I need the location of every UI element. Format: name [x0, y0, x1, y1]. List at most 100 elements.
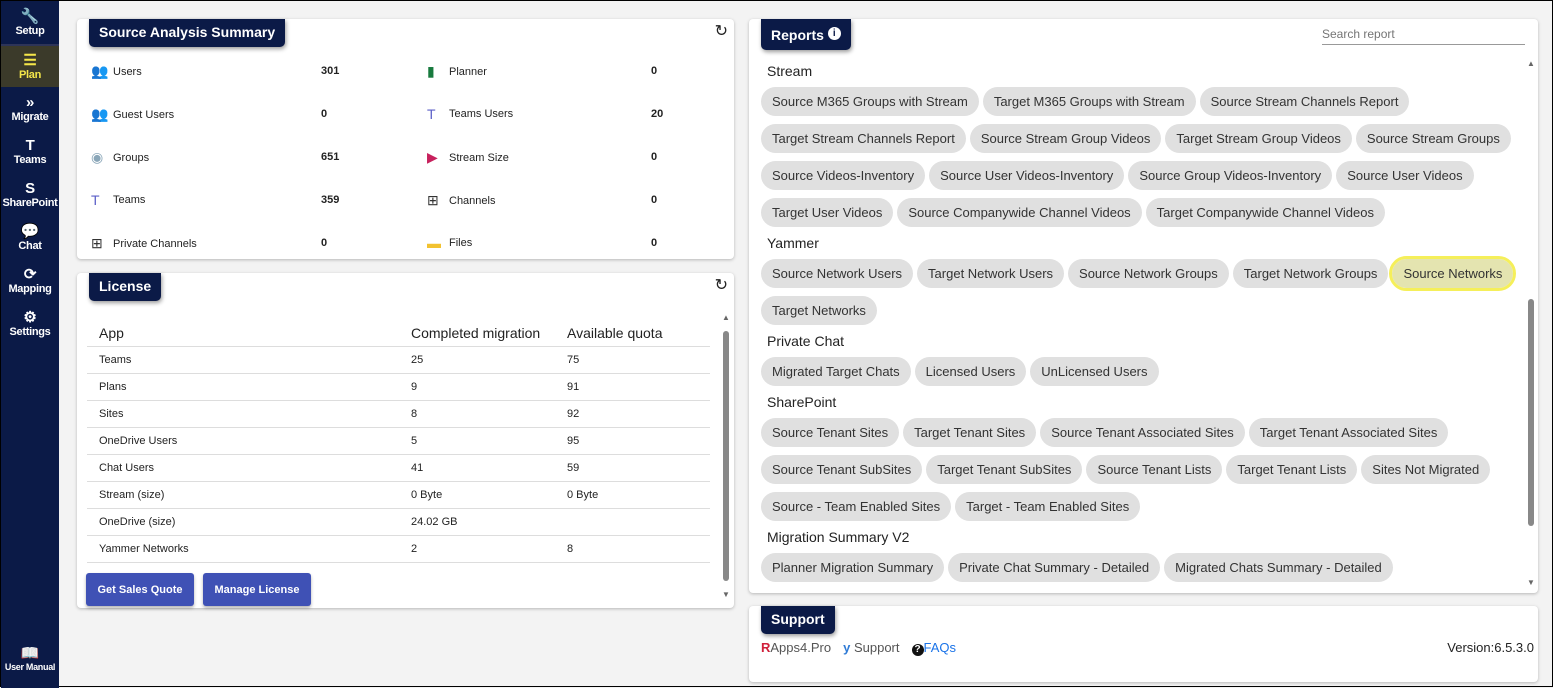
report-chip[interactable]: Source Tenant SubSites — [761, 455, 923, 484]
table-cell: 91 — [555, 373, 710, 401]
report-chip[interactable]: Source Tenant Sites — [761, 418, 900, 447]
stream-icon: ▶ — [427, 149, 438, 165]
report-chip[interactable]: Source Tenant Lists — [1086, 455, 1223, 484]
sidebar-item-mapping[interactable]: ⟳ Mapping — [1, 259, 59, 302]
summary-item: ▮ Planner — [427, 63, 487, 80]
report-chip[interactable]: Migrated Target Chats — [761, 357, 911, 386]
reports-title: Reports i — [761, 19, 851, 50]
get-sales-quote-button[interactable]: Get Sales Quote — [86, 573, 194, 606]
table-cell: Yammer Networks — [87, 535, 399, 563]
report-chip[interactable]: Source Networks — [1389, 256, 1517, 291]
refresh-icon[interactable]: ↻ — [715, 275, 728, 295]
report-chip[interactable]: Source Network Users — [761, 259, 914, 288]
summary-value: 0 — [651, 237, 658, 249]
sidebar-item-setup[interactable]: 🔧 Setup — [1, 1, 59, 44]
table-header: App Completed migration Available quota — [87, 316, 710, 347]
col-completed: Completed migration — [399, 316, 555, 347]
report-chip[interactable]: Source Stream Channels Report — [1199, 87, 1410, 116]
support-card: Support RApps4.Pro y Support ? FAQs Versi… — [749, 606, 1538, 682]
report-chip[interactable]: Source Network Groups — [1068, 259, 1229, 288]
table-cell: 0 Byte — [555, 481, 710, 509]
report-chip[interactable]: Target Stream Channels Report — [761, 124, 966, 153]
table-cell: 75 — [555, 346, 710, 374]
report-chip[interactable]: Target M365 Groups with Stream — [982, 87, 1196, 116]
table-cell: 24.02 GB — [399, 508, 555, 536]
reports-title-text: Reports — [771, 27, 824, 43]
table-cell: 8 — [399, 400, 555, 428]
table-row: Plans 9 91 — [87, 373, 710, 401]
sidebar-item-label: Plan — [18, 68, 42, 81]
sidebar-item-sharepoint[interactable]: S SharePoint — [1, 173, 59, 216]
sidebar-item-plan[interactable]: ☰ Plan — [1, 44, 59, 87]
support-label: Support — [853, 640, 900, 655]
report-chip[interactable]: Sites Not Migrated — [1361, 455, 1491, 484]
report-chip[interactable]: Target Stream Group Videos — [1165, 124, 1352, 153]
report-section-title: Migration Summary V2 — [767, 529, 910, 545]
report-chip[interactable]: Target Network Users — [917, 259, 1065, 288]
summary-value: 301 — [321, 65, 340, 77]
sidebar-item-settings[interactable]: ⚙ Settings — [1, 302, 59, 345]
report-chip[interactable]: Migrated Chats Summary - Detailed — [1164, 553, 1393, 582]
apps4pro-link[interactable]: RApps4.Pro — [761, 640, 831, 656]
col-app: App — [87, 316, 399, 347]
search-report-input[interactable] — [1322, 23, 1525, 45]
source-analysis-summary-card: Source Analysis Summary ↻ 👥 Users 301 ▮ Plan… — [77, 19, 734, 259]
report-chip[interactable]: Target Networks — [761, 296, 877, 325]
summary-label: Teams Users — [449, 108, 514, 120]
table-cell: 2 — [399, 535, 555, 563]
table-cell: 9 — [399, 373, 555, 401]
faqs-link[interactable]: ? FAQs — [911, 640, 956, 656]
sidebar-item-label: Mapping — [8, 282, 52, 295]
table-cell: 41 — [399, 454, 555, 482]
table-row: Chat Users 41 59 — [87, 454, 710, 482]
sidebar-item-chat[interactable]: 💬 Chat — [1, 216, 59, 259]
license-scrollbar[interactable]: ▲ ▼ — [722, 313, 730, 603]
table-cell: 95 — [555, 427, 710, 455]
summary-label: Planner — [449, 65, 487, 78]
report-chip[interactable]: Target Tenant Lists — [1226, 455, 1358, 484]
report-chip[interactable]: Private Chat Summary - Detailed — [948, 553, 1161, 582]
report-chip[interactable]: Source Stream Group Videos — [969, 124, 1162, 153]
sidebar-item-migrate[interactable]: » Migrate — [1, 87, 59, 130]
user-manual-button[interactable]: 📖 User Manual — [1, 637, 59, 680]
report-chip[interactable]: Target - Team Enabled Sites — [955, 492, 1141, 521]
report-chip[interactable]: Source M365 Groups with Stream — [761, 87, 979, 116]
table-cell: Stream (size) — [87, 481, 399, 509]
teams-icon: T — [91, 192, 100, 208]
report-chip[interactable]: Source Videos-Inventory — [761, 161, 926, 190]
report-chip[interactable]: Source User Videos-Inventory — [929, 161, 1125, 190]
report-chip[interactable]: Planner Migration Summary — [761, 553, 945, 582]
report-chip[interactable]: Source Tenant Associated Sites — [1040, 418, 1245, 447]
report-chip[interactable]: Target Network Groups — [1232, 259, 1389, 288]
sidebar-item-teams[interactable]: T Teams — [1, 130, 59, 173]
table-cell: 25 — [399, 346, 555, 374]
report-chip[interactable]: UnLicensed Users — [1030, 357, 1159, 386]
summary-value: 651 — [321, 151, 340, 163]
guest-users-icon: 👥 — [91, 106, 109, 122]
teams-icon: T — [25, 136, 35, 154]
report-chip[interactable]: Source User Videos — [1336, 161, 1474, 190]
table-cell — [555, 508, 710, 536]
report-chip[interactable]: Source Companywide Channel Videos — [897, 198, 1142, 227]
reports-scrollbar[interactable]: ▲ ▼ — [1527, 59, 1535, 589]
report-chip[interactable]: Source Stream Groups — [1355, 124, 1511, 153]
table-cell: 0 Byte — [399, 481, 555, 509]
report-chip[interactable]: Target Companywide Channel Videos — [1145, 198, 1385, 227]
support-link[interactable]: y Support — [843, 640, 899, 656]
report-chip[interactable]: Source - Team Enabled Sites — [761, 492, 952, 521]
reports-card: Reports i Stream Source M365 Groups with … — [749, 19, 1538, 593]
sync-icon: ⟳ — [23, 265, 37, 283]
manage-license-button[interactable]: Manage License — [203, 573, 311, 606]
summary-item: 👥 Users — [91, 63, 142, 80]
sidebar-item-label: Teams — [13, 153, 47, 166]
report-chip[interactable]: Source Group Videos-Inventory — [1128, 161, 1333, 190]
refresh-icon[interactable]: ↻ — [715, 21, 728, 41]
summary-title: Source Analysis Summary — [89, 19, 286, 47]
report-chip[interactable]: Target Tenant Associated Sites — [1248, 418, 1449, 447]
report-chip[interactable]: Target User Videos — [761, 198, 894, 227]
table-cell: 59 — [555, 454, 710, 482]
report-chip[interactable]: Target Tenant SubSites — [926, 455, 1083, 484]
report-chip[interactable]: Target Tenant Sites — [903, 418, 1037, 447]
info-icon[interactable]: i — [827, 27, 841, 40]
report-chip[interactable]: Licensed Users — [914, 357, 1027, 386]
